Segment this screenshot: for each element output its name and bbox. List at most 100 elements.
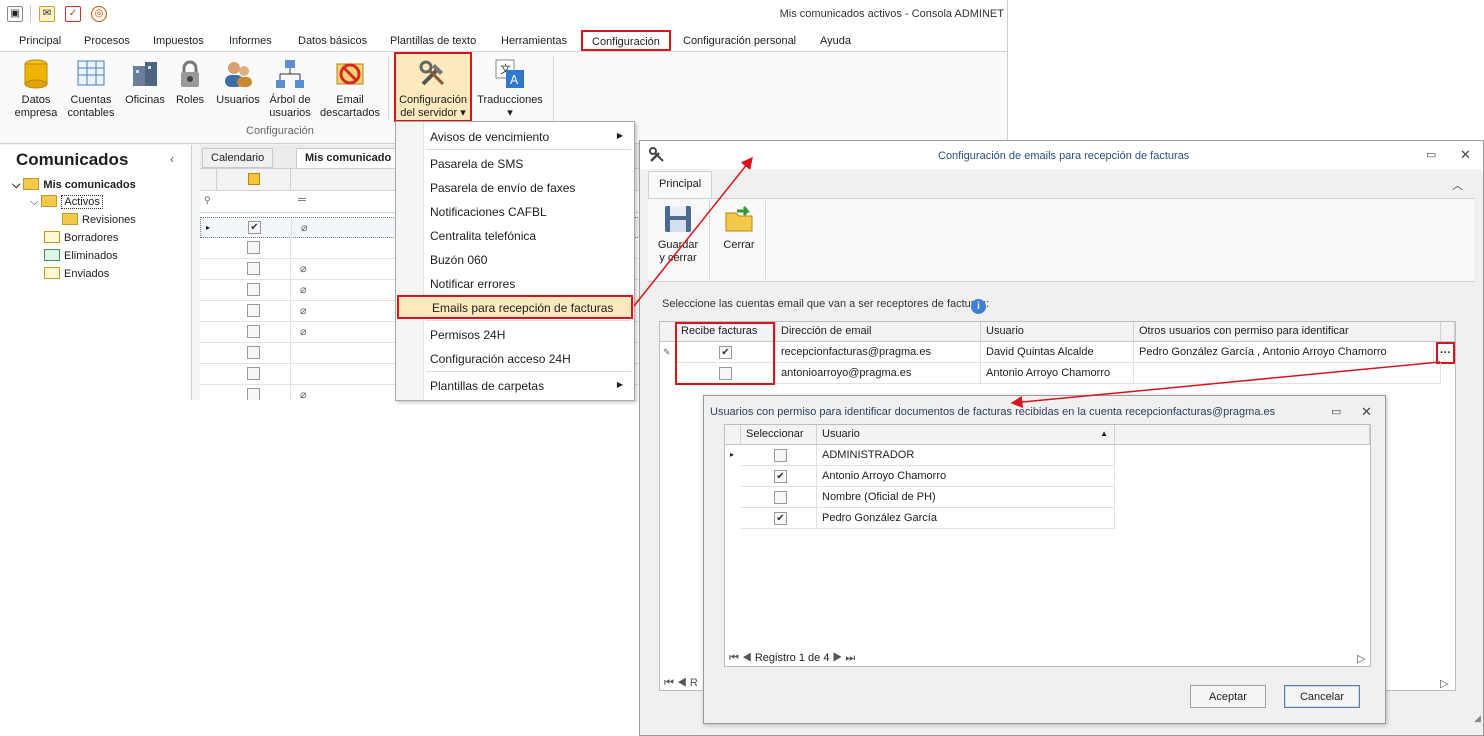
arbol-usuarios-button[interactable]: Árbol de usuarios [262, 58, 318, 120]
guardar-cerrar-button[interactable]: Guardar y cerrar [650, 203, 706, 265]
traducciones-button[interactable]: 文A Traducciones ▾ [476, 58, 544, 120]
header-usuario[interactable]: Usuario [981, 322, 1134, 342]
first-record-icon[interactable]: ⏮ [729, 652, 739, 664]
scroll-right-icon[interactable]: ▷ [1357, 652, 1365, 665]
cuentas-contables-button[interactable]: Cuentas contables [63, 58, 119, 120]
cerrar-button[interactable]: Cerrar [714, 203, 764, 252]
email-descartados-button[interactable]: Email descartados [318, 58, 382, 120]
menu-configuracion-personal[interactable]: Configuración personal [683, 35, 796, 47]
menu-herramientas[interactable]: Herramientas [501, 35, 567, 47]
mail-icon[interactable]: ✉ [39, 6, 55, 22]
collapse-ribbon-icon[interactable]: ︿ [1452, 177, 1463, 193]
seleccionar-checkbox[interactable] [774, 491, 787, 504]
menu-plantillas-texto[interactable]: Plantillas de texto [390, 35, 476, 47]
menu-informes[interactable]: Informes [229, 35, 272, 47]
menu-item-emails-recepcion-facturas[interactable]: Emails para recepción de facturas [397, 295, 633, 319]
user-row[interactable]: ✔ Antonio Arroyo Chamorro [725, 466, 1115, 487]
seleccionar-checkbox[interactable]: ✔ [774, 512, 787, 525]
info-icon[interactable]: i [971, 299, 986, 314]
usuario-cell[interactable]: Pedro González García [817, 508, 1115, 529]
menu-item-pasarela-sms[interactable]: Pasarela de SMS [397, 151, 633, 175]
menu-item-notificaciones-cafbl[interactable]: Notificaciones CAFBL [397, 199, 633, 223]
first-record-icon[interactable]: ⏮ [664, 677, 674, 689]
email-cell[interactable]: recepcionfacturas@pragma.es [776, 342, 981, 363]
menu-datos-basicos[interactable]: Datos básicos [298, 35, 367, 47]
otros-usuarios-cell[interactable] [1134, 363, 1441, 384]
tree-node-revisiones[interactable]: Revisiones [62, 213, 136, 226]
aceptar-button[interactable]: Aceptar [1190, 685, 1266, 708]
row-checkbox[interactable] [247, 388, 260, 400]
row-checkbox[interactable] [247, 262, 260, 275]
row-checkbox[interactable]: ✔ [248, 221, 261, 234]
menu-item-centralita[interactable]: Centralita telefónica [397, 223, 633, 247]
menu-impuestos[interactable]: Impuestos [153, 35, 204, 47]
tree-node-activos[interactable]: ⌵ Activos [30, 195, 103, 209]
row-checkbox[interactable] [247, 241, 260, 254]
usuario-cell[interactable]: David Quintas Alcalde [981, 342, 1134, 363]
email-cell[interactable]: antonioarroyo@pragma.es [776, 363, 981, 384]
datos-empresa-button[interactable]: Datos empresa [8, 58, 64, 120]
otros-usuarios-cell[interactable]: Pedro González García , Antonio Arroyo C… [1134, 342, 1434, 363]
broadcast-icon[interactable]: ◎ [91, 6, 107, 22]
restore-icon[interactable]: ▭ [1331, 405, 1341, 418]
menu-item-configuracion-acceso-24h[interactable]: Configuración acceso 24H [397, 346, 633, 370]
tree-node-eliminados[interactable]: Eliminados [44, 249, 118, 262]
tree-node-enviados[interactable]: Enviados [44, 267, 109, 280]
header-seleccionar[interactable]: Seleccionar [741, 425, 817, 445]
tree-node-borradores[interactable]: Borradores [44, 231, 118, 244]
usuario-cell[interactable]: Antonio Arroyo Chamorro [817, 466, 1115, 487]
tab-mis-comunicados[interactable]: Mis comunicado [296, 148, 401, 168]
user-row[interactable]: ▸ ADMINISTRADOR [725, 445, 1115, 466]
row-checkbox[interactable] [247, 325, 260, 338]
header-direccion-email[interactable]: Dirección de email [776, 322, 981, 342]
row-checkbox[interactable] [247, 367, 260, 380]
app-icon[interactable]: ▣ [7, 6, 23, 22]
menu-ayuda[interactable]: Ayuda [820, 35, 851, 47]
prev-record-icon[interactable]: ◀ [742, 652, 752, 664]
prev-record-icon[interactable]: ◀ [677, 677, 687, 689]
row-checkbox[interactable] [247, 304, 260, 317]
row-checkbox[interactable] [247, 283, 260, 296]
row-checkbox[interactable] [247, 346, 260, 359]
user-row[interactable]: ✔ Pedro González García [725, 508, 1115, 529]
tab-principal[interactable]: Principal [648, 171, 712, 198]
scroll-right-icon[interactable]: ▷ [1440, 677, 1448, 690]
close-icon[interactable]: ✕ [1361, 404, 1372, 420]
cancelar-button[interactable]: Cancelar [1284, 685, 1360, 708]
menu-item-notificar-errores[interactable]: Notificar errores [397, 271, 633, 295]
menu-item-permisos-24h[interactable]: Permisos 24H [397, 322, 633, 346]
usuarios-button[interactable]: Usuarios [210, 58, 266, 107]
ellipsis-button[interactable]: ··· [1436, 342, 1455, 364]
menu-item-buzon-060[interactable]: Buzón 060 [397, 247, 633, 271]
menu-principal[interactable]: Principal [19, 35, 61, 47]
restore-icon[interactable]: ▭ [1426, 148, 1436, 161]
user-row[interactable]: Nombre (Oficial de PH) [725, 487, 1115, 508]
collapse-icon[interactable]: ‹ [170, 152, 174, 166]
usuario-cell[interactable]: Nombre (Oficial de PH) [817, 487, 1115, 508]
seleccionar-checkbox[interactable] [774, 449, 787, 462]
usuario-cell[interactable]: Antonio Arroyo Chamorro [981, 363, 1134, 384]
next-record-icon[interactable]: ▶ [833, 652, 843, 664]
header-usuario[interactable]: Usuario ▲ [817, 425, 1115, 445]
tab-calendario[interactable]: Calendario [202, 148, 274, 168]
record-nav[interactable]: ⏮ ◀ Registro 1 de 4 ▶ ⏭ [729, 652, 855, 665]
record-nav[interactable]: ⏮ ◀ R [664, 677, 698, 690]
menu-item-avisos-vencimiento[interactable]: Avisos de vencimiento ▶ [397, 124, 633, 148]
button-label: y cerrar [659, 252, 697, 264]
menu-procesos[interactable]: Procesos [84, 35, 130, 47]
usuario-cell[interactable]: ADMINISTRADOR [817, 445, 1115, 466]
seleccionar-checkbox[interactable]: ✔ [774, 470, 787, 483]
row-indicator-icon: ▸ [730, 450, 735, 459]
last-record-icon[interactable]: ⏭ [845, 652, 855, 664]
menu-configuracion[interactable]: Configuración [581, 30, 671, 51]
configuracion-servidor-button[interactable]: Configuración del servidor ▾ [394, 52, 472, 122]
task-icon[interactable]: ✓ [65, 6, 81, 22]
tree-node-mis-comunicados[interactable]: ⌵ Mis comunicados [12, 178, 136, 192]
menu-item-pasarela-faxes[interactable]: Pasarela de envío de faxes [397, 175, 633, 199]
close-icon[interactable]: ✕ [1460, 147, 1471, 163]
flag-column-icon[interactable] [248, 173, 260, 185]
resize-grip-icon[interactable]: ◢ [1474, 713, 1481, 724]
header-otros-usuarios[interactable]: Otros usuarios con permiso para identifi… [1134, 322, 1441, 342]
menu-item-plantillas-carpetas[interactable]: Plantillas de carpetas ▶ [397, 373, 633, 397]
window-title: Mis comunicados activos - Consola ADMINE… [779, 8, 1004, 20]
